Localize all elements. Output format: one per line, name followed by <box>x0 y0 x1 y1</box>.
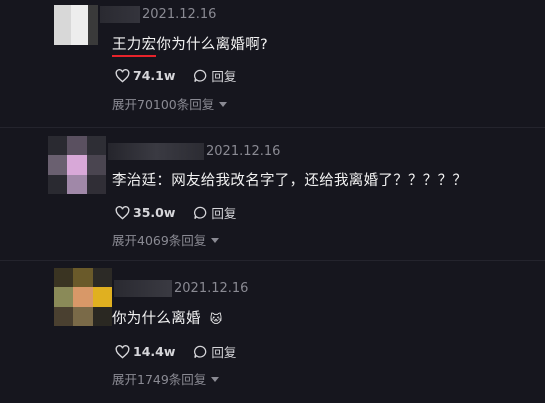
heart-icon <box>115 205 130 220</box>
comment-text: 王力宏你为什么离婚啊? <box>112 33 268 57</box>
username-blurred[interactable] <box>114 280 172 297</box>
reply-bubble-icon <box>194 345 207 358</box>
reply-bubble-icon <box>194 206 207 219</box>
divider <box>0 260 545 261</box>
reply-label: 回复 <box>211 206 237 221</box>
like-button[interactable]: 74.1w <box>115 68 175 83</box>
comment-item: 2021.12.16 李治廷：网友给我改名字了，还给我离婚了？？？？？ 35.0… <box>0 128 545 258</box>
reply-label: 回复 <box>211 69 237 84</box>
like-count: 35.0w <box>133 205 176 220</box>
like-count: 74.1w <box>133 68 176 83</box>
chevron-down-icon <box>211 376 220 382</box>
avatar[interactable] <box>48 136 106 194</box>
comment-date: 2021.12.16 <box>174 281 249 296</box>
comment-item: 2021.12.16 王力宏你为什么离婚啊? 74.1w 回复 展开70100条… <box>0 0 545 120</box>
comment-meta: 2021.12.16 <box>100 6 216 23</box>
avatar[interactable] <box>54 5 98 45</box>
heart-icon <box>115 68 130 83</box>
expand-replies[interactable]: 展开70100条回复 <box>112 94 228 113</box>
avatar[interactable] <box>54 268 112 326</box>
comment-meta: 2021.12.16 <box>114 280 248 297</box>
reply-button[interactable]: 回复 <box>193 66 236 85</box>
chevron-down-icon <box>219 101 228 107</box>
comment-actions: 74.1w 回复 <box>115 66 254 85</box>
expand-replies[interactable]: 展开1749条回复 <box>112 369 220 388</box>
like-count: 14.4w <box>133 344 176 359</box>
comment-meta: 2021.12.16 <box>108 143 280 160</box>
chevron-down-icon <box>211 237 220 243</box>
comment-item: 2021.12.16 你为什么离婚 🐱 14.4w 回复 展开1749条回复 <box>0 262 545 403</box>
comment-date: 2021.12.16 <box>206 144 281 159</box>
comment-text: 李治廷：网友给我改名字了，还给我离婚了？？？？？ <box>112 173 468 189</box>
reply-button[interactable]: 回复 <box>193 342 236 361</box>
reply-button[interactable]: 回复 <box>193 203 236 222</box>
expand-replies[interactable]: 展开4069条回复 <box>112 230 220 249</box>
comment-actions: 14.4w 回复 <box>115 342 254 361</box>
comment-actions: 35.0w 回复 <box>115 203 254 222</box>
mentioned-name: 王力宏 <box>112 37 157 57</box>
username-blurred[interactable] <box>108 143 204 160</box>
comment-date: 2021.12.16 <box>142 7 217 22</box>
comment-text: 你为什么离婚 🐱 <box>112 311 223 327</box>
reply-bubble-icon <box>194 69 207 82</box>
heart-icon <box>115 344 130 359</box>
username-blurred[interactable] <box>100 6 140 23</box>
like-button[interactable]: 14.4w <box>115 344 175 359</box>
emoji-icon: 🐱 <box>209 312 223 326</box>
reply-label: 回复 <box>211 345 237 360</box>
like-button[interactable]: 35.0w <box>115 205 175 220</box>
